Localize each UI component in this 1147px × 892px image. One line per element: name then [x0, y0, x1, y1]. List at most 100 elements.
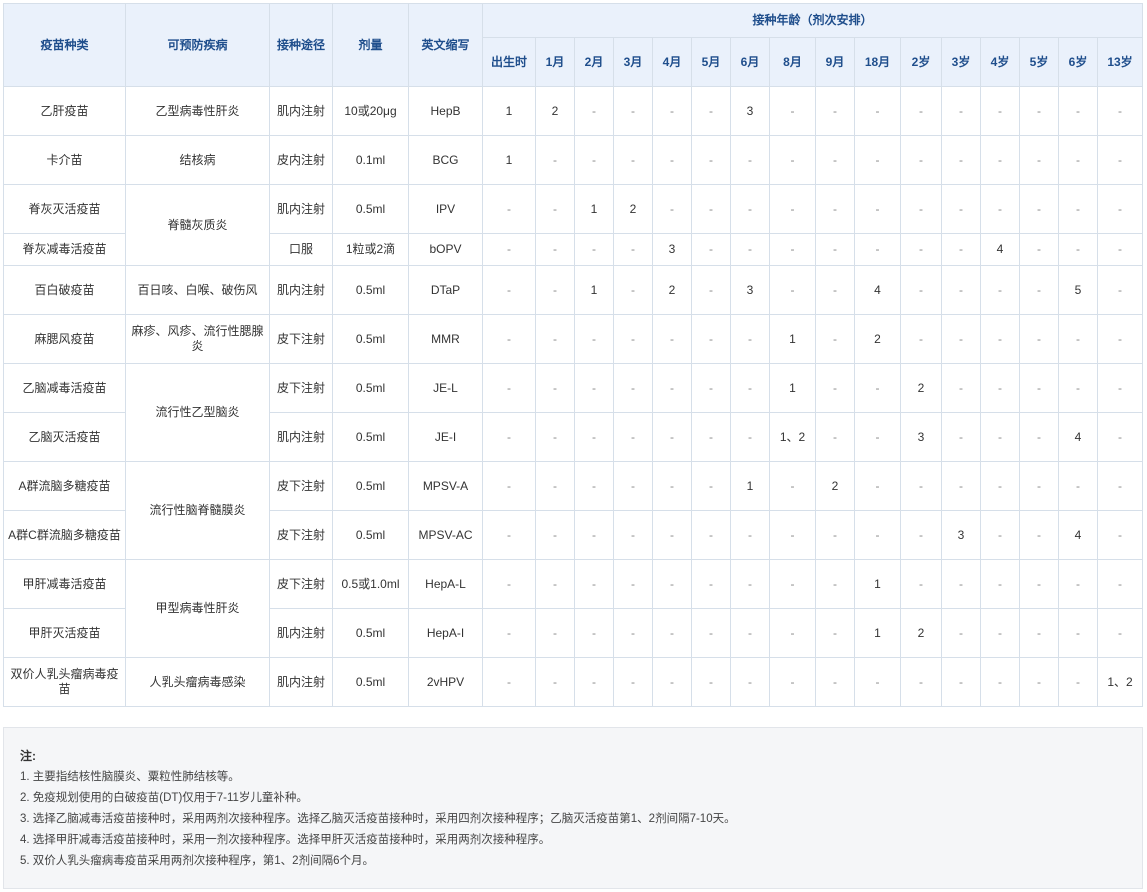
dose-number: -	[535, 510, 575, 560]
dose-number: -	[1096, 314, 1144, 364]
dose-number: -	[1058, 657, 1098, 707]
note-line: 3. 选择乙脑减毒活疫苗接种时，采用两剂次接种程序。选择乙脑灭活疫苗接种时，采用…	[20, 813, 736, 825]
header-age: 5月	[691, 37, 731, 87]
dose-number: -	[980, 314, 1020, 364]
dose-number: 5	[1058, 265, 1098, 315]
dose-number: -	[535, 233, 575, 266]
dose-number: -	[652, 608, 692, 658]
dose-number: 1	[482, 86, 536, 136]
dose-number: 4	[1058, 510, 1098, 560]
dose-number: 2	[613, 184, 653, 234]
route: 皮下注射	[269, 314, 333, 364]
dose-number: -	[941, 412, 981, 462]
dose-number: -	[574, 135, 614, 185]
dose-number: -	[1096, 86, 1144, 136]
header-age: 13岁	[1096, 37, 1144, 87]
route: 皮下注射	[269, 363, 333, 413]
dose-number: -	[691, 363, 731, 413]
abbreviation: JE-L	[408, 363, 483, 413]
dose-number: -	[1058, 314, 1098, 364]
dose-number: -	[980, 86, 1020, 136]
dose: 10或20μg	[332, 86, 409, 136]
table-row: 麻腮风疫苗 麻疹、风疹、流行性腮腺炎 皮下注射 0.5ml MMR - - - - - - -1-2-…	[3, 314, 1144, 364]
route: 肌内注射	[269, 86, 333, 136]
dose-number: -	[691, 510, 731, 560]
dose-number: -	[1058, 86, 1098, 136]
dose-number: -	[769, 135, 816, 185]
dose-number: -	[1096, 559, 1144, 609]
dose-number: 3	[652, 233, 692, 266]
note-line: 4. 选择甲肝减毒活疫苗接种时，采用一剂次接种程序。选择甲肝灭活疫苗接种时，采用…	[20, 834, 551, 846]
dose-number: -	[535, 363, 575, 413]
dose-number: -	[769, 265, 816, 315]
vaccine-name: 甲肝灭活疫苗	[3, 608, 126, 658]
dose-number: -	[691, 233, 731, 266]
dose-number: -	[1058, 461, 1098, 511]
dose-number: -	[1019, 86, 1059, 136]
dose-number: -	[574, 233, 614, 266]
abbreviation: HepA-L	[408, 559, 483, 609]
disease-name: 流行性乙型脑炎	[125, 363, 270, 462]
dose-number: -	[730, 510, 770, 560]
abbreviation: BCG	[408, 135, 483, 185]
route: 皮下注射	[269, 559, 333, 609]
abbreviation: bOPV	[408, 233, 483, 266]
dose-number: -	[613, 86, 653, 136]
dose-number: -	[1096, 184, 1144, 234]
abbreviation: DTaP	[408, 265, 483, 315]
dose-number: -	[900, 461, 942, 511]
dose-number: -	[730, 135, 770, 185]
dose-number: -	[1019, 314, 1059, 364]
dose-number: -	[769, 461, 816, 511]
header-age: 2月	[574, 37, 614, 87]
dose-number: 4	[1058, 412, 1098, 462]
dose-number: -	[815, 135, 855, 185]
dose-number: -	[1096, 510, 1144, 560]
dose-number: -	[941, 461, 981, 511]
dose: 0.1ml	[332, 135, 409, 185]
dose-number: 2	[652, 265, 692, 315]
dose-number: -	[1019, 461, 1059, 511]
dose-number: -	[613, 461, 653, 511]
table-row: 卡介苗 结核病 皮内注射 0.1ml BCG 1- - - - - - - - - - - - - - -	[3, 135, 1144, 185]
dose-number: -	[691, 314, 731, 364]
dose-number: -	[730, 559, 770, 609]
dose-number: -	[652, 559, 692, 609]
dose-number: -	[535, 265, 575, 315]
header-age: 3岁	[941, 37, 981, 87]
header-age: 4月	[652, 37, 692, 87]
dose: 1粒或2滴	[332, 233, 409, 266]
dose-number: -	[815, 657, 855, 707]
page: 疫苗种类 可预防疾病 接种途径 剂量 英文缩写 接种年龄（剂次安排） 出生时 1月…	[0, 0, 1147, 892]
vaccine-name: 双价人乳头瘤病毒疫苗	[3, 657, 126, 707]
header-age: 18月	[854, 37, 901, 87]
header-age: 6岁	[1058, 37, 1098, 87]
dose-number: -	[1058, 559, 1098, 609]
dose-number: -	[980, 510, 1020, 560]
dose-number: -	[900, 86, 942, 136]
header-age: 4岁	[980, 37, 1020, 87]
dose-number: -	[854, 184, 901, 234]
dose-number: -	[574, 461, 614, 511]
dose-number: -	[1058, 135, 1098, 185]
dose-number: -	[691, 461, 731, 511]
route: 肌内注射	[269, 184, 333, 234]
header-age: 8月	[769, 37, 816, 87]
dose-number: 3	[730, 265, 770, 315]
note-line: 2. 免疫规划使用的白破疫苗(DT)仅用于7-11岁儿童补种。	[20, 792, 308, 804]
dose-number: -	[941, 608, 981, 658]
table-row: 甲肝减毒活疫苗 甲型病毒性肝炎 皮下注射 0.5或1.0ml HepA-L - - - - - - -…	[3, 559, 1144, 658]
header-age: 5岁	[1019, 37, 1059, 87]
dose-number: 1、2	[769, 412, 816, 462]
dose-number: -	[1058, 233, 1098, 266]
dose-number: -	[941, 86, 981, 136]
dose: 0.5ml	[332, 184, 409, 234]
dose-number: -	[691, 135, 731, 185]
dose-number: -	[769, 184, 816, 234]
dose-number: -	[815, 559, 855, 609]
abbreviation: 2vHPV	[408, 657, 483, 707]
header-age: 6月	[730, 37, 770, 87]
dose-number: -	[980, 657, 1020, 707]
header-age: 3月	[613, 37, 653, 87]
dose-number: -	[574, 559, 614, 609]
